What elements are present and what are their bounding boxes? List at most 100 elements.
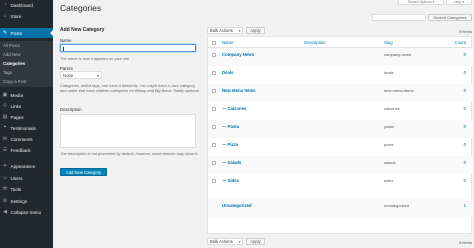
add-new-category-button[interactable]: Add New Category (60, 168, 107, 176)
table-row: Uncategorized uncategorized 1 (208, 199, 473, 217)
feedback-icon: ☰ (2, 146, 8, 153)
chevron-down-icon: ▾ (238, 240, 241, 244)
sidebar-item-media[interactable]: ▣ Media (0, 90, 53, 100)
row-checkbox[interactable] (212, 89, 216, 93)
category-count[interactable]: 0 (464, 88, 466, 93)
description-label: Description (60, 107, 82, 112)
search-categories-button[interactable]: Search Categories (428, 14, 472, 21)
testimonials-icon: ❝ (3, 124, 7, 131)
bulk-actions-select-bottom[interactable]: Bulk Actions ▾ (207, 238, 243, 245)
sidebar-item-feedback[interactable]: ☰ Feedback (0, 145, 53, 155)
page-title: Categories (60, 3, 102, 13)
submenu-categories[interactable]: Categories (0, 59, 53, 67)
sidebar-item-label: Media (10, 92, 24, 98)
sidebar-item-links[interactable]: ⚲ Links (0, 101, 53, 111)
category-count[interactable]: 0 (464, 52, 466, 57)
row-checkbox[interactable] (212, 107, 216, 111)
category-slug: pizza (384, 142, 394, 147)
appearance-icon: ✦ (2, 162, 8, 169)
chevron-down-icon: ▾ (96, 73, 99, 78)
sidebar-item-appearance[interactable]: ✦ Appearance (0, 161, 53, 171)
parent-description: Categories, unlike tags, can have a hier… (60, 83, 200, 94)
row-checkbox[interactable] (212, 161, 216, 165)
column-description[interactable]: Description (304, 40, 326, 45)
sidebar-item-label: Pages (10, 114, 24, 120)
search-categories-input[interactable] (372, 14, 426, 21)
table-row: — Pizza pizza 0 (208, 138, 473, 156)
row-checkbox[interactable] (212, 125, 216, 129)
category-slug: sides (384, 178, 394, 183)
parent-select-value: None (63, 72, 74, 78)
sidebar-item-comments[interactable]: ✉ Comments (0, 134, 53, 144)
admin-sidebar: ◔ Dashboard ⌂ Store ✎ Posts All Posts Add N… (0, 0, 53, 248)
apply-button-bottom[interactable]: Apply (246, 238, 265, 245)
row-checkbox[interactable] (212, 179, 216, 183)
category-name-input[interactable] (60, 44, 196, 52)
category-count[interactable]: 0 (464, 106, 466, 111)
category-count[interactable]: 0 (464, 160, 466, 165)
chevron-down-icon: ▾ (238, 29, 241, 33)
select-all-checkbox[interactable] (212, 40, 216, 45)
sidebar-item-label: Posts (10, 30, 23, 36)
tools-icon: ⚒ (2, 185, 8, 192)
description-hint: The description is not prominent by defa… (60, 151, 199, 156)
table-row: — Sides sides 0 (208, 174, 473, 192)
submenu-all-posts[interactable]: All Posts (0, 41, 53, 49)
sidebar-item-tools[interactable]: ⚒ Tools (0, 184, 53, 194)
category-name-link[interactable]: Company News (222, 52, 254, 57)
column-name[interactable]: Name (222, 40, 233, 45)
category-name-link[interactable]: — Salads (222, 160, 241, 165)
users-icon: ☺ (2, 174, 8, 181)
sidebar-item-posts[interactable]: ✎ Posts (0, 28, 53, 38)
category-count[interactable]: 0 (464, 70, 466, 75)
category-name-link[interactable]: — Pizza (222, 142, 238, 147)
sidebar-item-pages[interactable]: ▤ Pages (0, 112, 53, 122)
sidebar-item-label: Appearance (10, 163, 36, 169)
name-description: The name is how it appears on your site. (60, 56, 131, 61)
category-name-link[interactable]: — Calzones (222, 106, 246, 111)
store-icon: ⌂ (3, 12, 7, 19)
posts-submenu: All Posts Add New Categories Tags Copy a… (0, 41, 53, 87)
category-name-link[interactable]: — Sides (222, 178, 239, 183)
row-checkbox[interactable] (212, 143, 216, 147)
apply-button-top[interactable]: Apply (246, 27, 265, 34)
category-name-link[interactable]: New Menu Items (222, 88, 256, 93)
category-slug: calzones (384, 106, 400, 111)
screen-options-button[interactable]: Screen Options ▾ (398, 0, 444, 5)
sidebar-item-dashboard[interactable]: ◔ Dashboard (0, 0, 53, 10)
name-label: Name (60, 38, 72, 43)
column-slug[interactable]: Slug (384, 40, 393, 45)
category-name-link[interactable]: Deals (222, 70, 233, 75)
sidebar-item-label: Collapse menu (10, 209, 42, 215)
category-count[interactable]: 0 (464, 178, 466, 183)
row-checkbox[interactable] (212, 71, 216, 75)
sidebar-item-settings[interactable]: ⚙ Settings (0, 196, 53, 206)
help-button[interactable]: Help ▾ (446, 0, 472, 5)
category-description-textarea[interactable] (60, 114, 196, 148)
category-count[interactable]: 1 (464, 203, 466, 208)
category-name-link[interactable]: Uncategorized (222, 203, 252, 208)
sidebar-item-store[interactable]: ⌂ Store (0, 11, 53, 21)
category-count[interactable]: 0 (464, 124, 466, 129)
bulk-actions-select-top[interactable]: Bulk Actions ▾ (207, 27, 243, 34)
column-count[interactable]: Count (455, 40, 466, 45)
items-count-top: 9 items (459, 29, 472, 34)
collapse-menu-button[interactable]: ◀ Collapse menu (0, 207, 53, 217)
row-checkbox[interactable] (212, 53, 216, 57)
sidebar-item-label: Tools (10, 186, 22, 192)
categories-table: Name Description Slug Count Company News… (207, 36, 473, 234)
sidebar-item-label: Feedback (10, 147, 31, 153)
table-row: — Salads salads 0 (208, 156, 473, 174)
parent-select[interactable]: None ▾ (60, 71, 102, 79)
submenu-tags[interactable]: Tags (0, 68, 53, 76)
sidebar-item-testimonials[interactable]: ❝ Testimonials (0, 123, 53, 133)
category-name-link[interactable]: — Pasta (222, 124, 239, 129)
sidebar-item-users[interactable]: ☺ Users (0, 173, 53, 183)
category-count[interactable]: 0 (464, 142, 466, 147)
category-slug: uncategorized (384, 203, 410, 208)
table-row: New Menu Items new-menu-items 0 (208, 84, 473, 102)
table-row: — Pasta pasta 0 (208, 120, 473, 138)
submenu-copy-a-post[interactable]: Copy a Post (0, 77, 53, 85)
submenu-add-new[interactable]: Add New (0, 50, 53, 58)
pin-icon: ✎ (2, 29, 8, 36)
